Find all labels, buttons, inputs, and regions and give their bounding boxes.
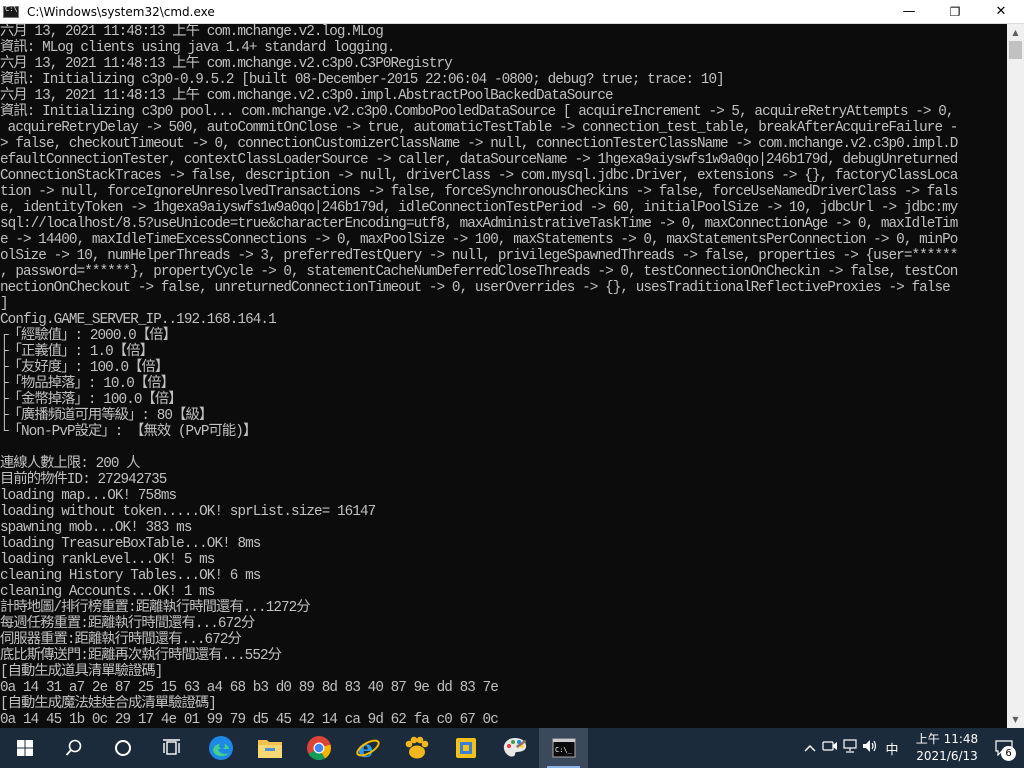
- maximize-button[interactable]: ❐: [932, 0, 978, 24]
- network-icon[interactable]: [840, 739, 860, 757]
- console-line: ├「物品掉落」: 10.0【倍】: [0, 376, 175, 392]
- console-line: ├「金幣掉落」: 100.0【倍】: [0, 392, 183, 408]
- console-line: 資訊: MLog clients using java 1.4+ standar…: [0, 40, 395, 56]
- cmd-app-icon[interactable]: [3, 5, 19, 18]
- console-line: olSize -> 10, numHelperThreads -> 3, pre…: [0, 248, 958, 264]
- notification-count-badge: 6: [1001, 746, 1016, 761]
- taskbar-file-explorer[interactable]: [245, 728, 294, 768]
- console-line: acquireRetryDelay -> 500, autoCommitOnCl…: [0, 120, 959, 136]
- console-line: ]: [0, 296, 9, 312]
- console-line: [自動生成道具清單驗證碼]: [0, 664, 163, 680]
- show-hidden-icons-chevron-icon[interactable]: [800, 741, 820, 756]
- taskbar: e C:\_ 中 上午 11:48 2021/6/13 6: [0, 728, 1024, 768]
- console-line: 底比斯傳送門:距離再次執行時間還有...552分: [0, 648, 282, 664]
- edge-icon: [208, 736, 233, 760]
- console-line: 資訊: Initializing c3p0-0.9.5.2 [built 08-…: [0, 72, 725, 88]
- console-line: ConnectionStackTraces -> false, descript…: [0, 168, 958, 184]
- taskbar-paint[interactable]: [490, 728, 539, 768]
- taskbar-chrome[interactable]: [294, 728, 343, 768]
- console-line: loading without token.....OK! sprList.si…: [0, 504, 376, 520]
- folder-icon: [257, 740, 282, 758]
- console-line: 六月 13, 2021 11:48:13 上午 com.mchange.v2.c…: [0, 88, 614, 104]
- search-button[interactable]: [49, 728, 98, 768]
- clock[interactable]: 上午 11:48 2021/6/13: [910, 731, 984, 765]
- console-line: 六月 13, 2021 11:48:13 上午 com.mchange.v2.l…: [0, 24, 384, 40]
- console-line: ┌「經驗值」: 2000.0【倍】: [0, 328, 177, 344]
- console-text: 六月 13, 2021 11:48:13 上午 com.mchange.v2.l…: [0, 24, 1007, 728]
- console-line: sql://localhost/8.5?useUnicode=true&char…: [0, 216, 958, 232]
- console-line: cleaning History Tables...OK! 6 ms: [0, 568, 261, 584]
- paint-palette-icon: [503, 738, 526, 757]
- paw-app-icon: [405, 736, 428, 759]
- svg-text:C:\_: C:\_: [555, 746, 573, 754]
- console-line: spawning mob...OK! 383 ms: [0, 520, 192, 536]
- console-line: 0a 14 31 a7 2e 87 25 15 63 a4 68 b3 d0 8…: [0, 680, 499, 696]
- scrollbar-thumb[interactable]: [1009, 41, 1022, 59]
- console-line: 每週任務重置:距離執行時間還有...672分: [0, 616, 255, 632]
- console-line: cleaning Accounts...OK! 1 ms: [0, 584, 215, 600]
- console-line: ├「廣播頻道可用等級」: 80【級】: [0, 408, 213, 424]
- console-line: └「Non-PvP設定」: 【無效 (PvP可能)】: [0, 424, 257, 440]
- console-line: efaultConnectionTester, contextClassLoad…: [0, 152, 958, 168]
- action-center-button[interactable]: 6: [984, 728, 1024, 768]
- console-line: 0a 14 45 1b 0c 29 17 4e 01 99 79 d5 45 4…: [0, 712, 499, 728]
- volume-icon[interactable]: [860, 739, 880, 757]
- scroll-up-arrow-icon[interactable]: ▲: [1007, 24, 1024, 41]
- console-line: ├「友好度」: 100.0【倍】: [0, 360, 169, 376]
- windows-logo-icon: [16, 740, 33, 756]
- close-button[interactable]: ✕: [978, 0, 1024, 24]
- console-output-area[interactable]: 六月 13, 2021 11:48:13 上午 com.mchange.v2.l…: [0, 24, 1007, 728]
- console-line: > false, checkoutTimeout -> 0, connectio…: [0, 136, 958, 152]
- taskbar-cmd[interactable]: C:\_: [539, 728, 588, 768]
- console-line: 資訊: Initializing c3p0 pool... com.mchang…: [0, 104, 954, 120]
- scroll-down-arrow-icon[interactable]: ▼: [1007, 711, 1024, 728]
- console-line: e, identityToken -> 1hgexa9aiyswfs1w9a0q…: [0, 200, 958, 216]
- task-view-icon: [162, 739, 180, 755]
- console-line: tion -> null, forceIgnoreUnresolvedTrans…: [0, 184, 958, 200]
- system-tray: 中 上午 11:48 2021/6/13 6: [800, 728, 1024, 768]
- console-line: 伺服器重置:距離執行時間還有...672分: [0, 632, 242, 648]
- console-line: , password=******}, propertyCycle -> 0, …: [0, 264, 958, 280]
- cortana-circle-icon: [114, 740, 131, 756]
- chrome-icon: [306, 736, 331, 761]
- console-line: 六月 13, 2021 11:48:13 上午 com.mchange.v2.c…: [0, 56, 453, 72]
- clock-time: 上午 11:48: [915, 732, 979, 746]
- terminal-icon: C:\_: [552, 738, 575, 758]
- start-button[interactable]: [0, 728, 49, 768]
- window-title-bar[interactable]: C:\Windows\system32\cmd.exe — ❐ ✕: [0, 0, 1024, 24]
- search-icon: [65, 739, 81, 756]
- console-line: loading map...OK! 758ms: [0, 488, 177, 504]
- taskbar-edge[interactable]: [196, 728, 245, 768]
- console-line: Config.GAME_SERVER_IP..192.168.164.1: [0, 312, 277, 328]
- console-line: nectionOnCheckout -> false, unreturnedCo…: [0, 280, 951, 296]
- console-line: ├「正義值」: 1.0【倍】: [0, 344, 154, 360]
- console-line: 連線人數上限: 200 人: [0, 456, 141, 472]
- vertical-scrollbar[interactable]: ▲ ▼: [1007, 24, 1024, 728]
- meet-now-icon[interactable]: [820, 739, 840, 757]
- internet-explorer-icon: e: [355, 735, 380, 761]
- clock-date: 2021/6/13: [916, 749, 978, 763]
- console-line: loading TreasureBoxTable...OK! 8ms: [0, 536, 261, 552]
- taskbar-app-box[interactable]: [441, 728, 490, 768]
- console-line: 計時地圖/排行榜重置:距離執行時間還有...1272分: [0, 600, 311, 616]
- taskbar-app-paw[interactable]: [392, 728, 441, 768]
- console-line: e -> 14400, maxIdleTimeExcessConnections…: [0, 232, 958, 248]
- ime-indicator[interactable]: 中: [880, 739, 904, 758]
- window-title: C:\Windows\system32\cmd.exe: [27, 4, 215, 19]
- cortana-button[interactable]: [98, 728, 147, 768]
- yellow-box-app-icon: [455, 738, 476, 758]
- minimize-button[interactable]: —: [886, 0, 932, 24]
- console-line: loading rankLevel...OK! 5 ms: [0, 552, 215, 568]
- console-line: [自動生成魔法娃娃合成清單驗證碼]: [0, 696, 217, 712]
- task-view-button[interactable]: [147, 728, 196, 768]
- taskbar-internet-explorer[interactable]: e: [343, 728, 392, 768]
- console-line: 目前的物件ID: 272942735: [0, 472, 167, 488]
